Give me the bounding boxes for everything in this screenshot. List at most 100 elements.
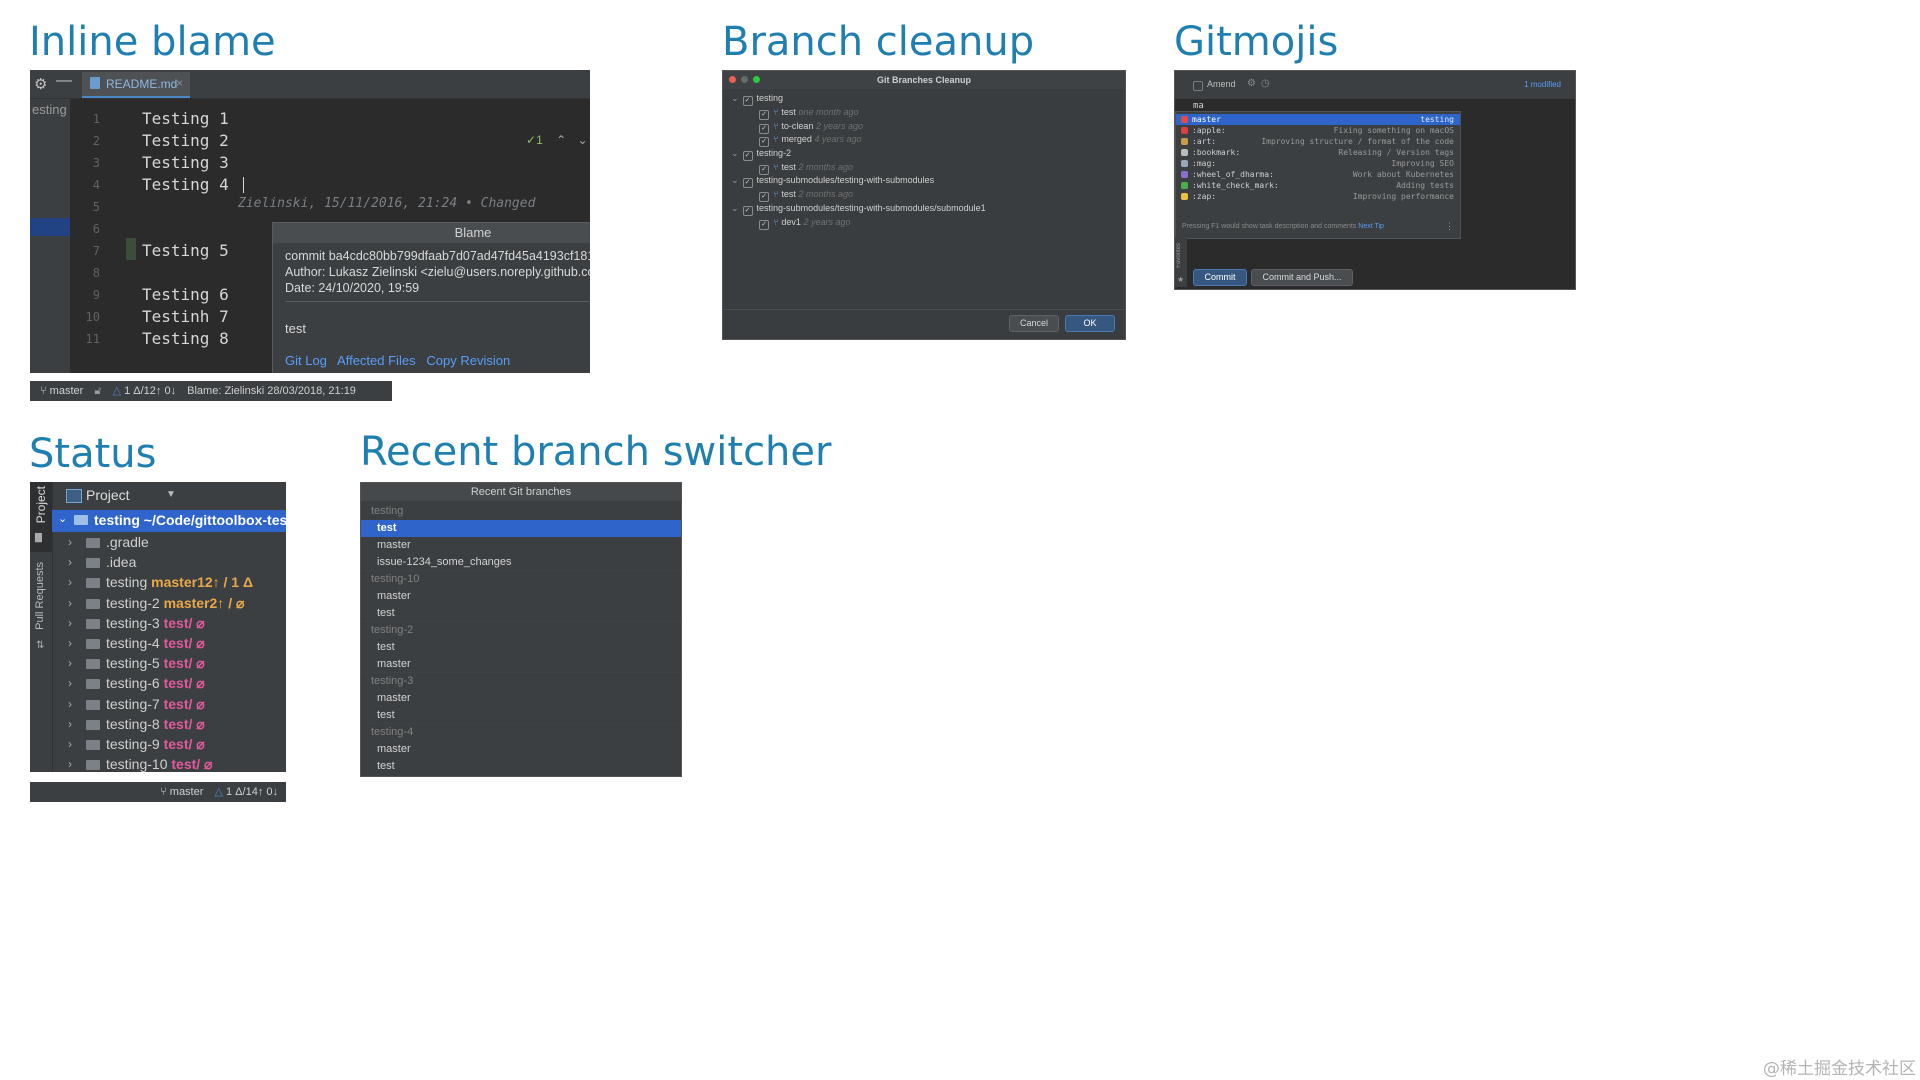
gitmoji-item[interactable]: :bookmark: Releasing / Version tags xyxy=(1176,147,1460,158)
line-text[interactable]: Testing 4 xyxy=(142,174,229,196)
repo-checkbox[interactable]: ✓ xyxy=(742,96,753,106)
gitmoji-item[interactable]: :mag: Improving SEO xyxy=(1176,158,1460,169)
cleanup-branch-row[interactable]: ✓ ⑂ dev1 2 years ago xyxy=(759,215,850,230)
line-text[interactable]: Testing 5 xyxy=(142,240,229,262)
chevron-right-icon[interactable]: › xyxy=(68,532,72,552)
blame-commit-hash[interactable]: commit ba4cdc80bb799dfaab7d07ad47fd45a41… xyxy=(285,248,590,264)
close-icon[interactable]: × xyxy=(176,76,183,90)
gitmoji-item[interactable]: :wheel_of_dharma: Work about Kubernetes xyxy=(1176,169,1460,180)
tree-root-row[interactable]: ⌄ testing ~/Code/gittoolbox-test xyxy=(52,510,286,532)
project-view-selector[interactable]: Project xyxy=(86,487,130,503)
expand-arrow-icon[interactable]: ⌄ xyxy=(58,512,67,525)
cleanup-repo-row[interactable]: ⌄ ✓ testing-2 xyxy=(731,146,791,161)
modified-count[interactable]: 1 modified xyxy=(1524,80,1561,89)
cleanup-branch-row[interactable]: ✓ ⑂ test 2 months ago xyxy=(759,160,853,175)
git-log-link[interactable]: Git Log xyxy=(285,353,327,368)
star-icon[interactable]: ★ xyxy=(1177,275,1184,284)
commit-button[interactable]: Commit xyxy=(1193,269,1247,286)
status-branch[interactable]: master xyxy=(50,385,84,397)
status-blame[interactable]: Blame: Zielinski 28/03/2018, 21:19 xyxy=(187,385,356,397)
dropdown-arrow-icon[interactable]: ▼ xyxy=(166,489,176,500)
repo-checkbox[interactable]: ✓ xyxy=(742,205,753,216)
pull-requests-tab[interactable]: Pull Requests xyxy=(34,562,46,630)
branch-item[interactable]: master xyxy=(361,741,681,758)
minimize-icon[interactable]: — xyxy=(56,72,72,90)
line-text[interactable]: Testing 3 xyxy=(142,152,229,174)
branch-item[interactable]: master xyxy=(361,588,681,605)
cancel-button[interactable]: Cancel xyxy=(1009,315,1059,332)
branch-checkbox[interactable]: ✓ xyxy=(759,219,769,230)
lock-icon[interactable]: 🔓︎ xyxy=(94,385,101,397)
gear-icon[interactable]: ⚙ xyxy=(34,75,47,93)
branch-item[interactable]: master xyxy=(361,537,681,554)
status-branch[interactable]: master xyxy=(170,786,204,798)
clock-icon[interactable]: ◷ xyxy=(1261,78,1270,89)
tab-readme[interactable]: README.md × xyxy=(82,72,190,98)
chevron-right-icon[interactable]: › xyxy=(68,593,72,613)
next-tip-link[interactable]: Next Tip xyxy=(1358,223,1384,230)
tree-row[interactable]: › testing-8 test/ ⌀ xyxy=(52,714,286,734)
gitmoji-item[interactable]: master testing xyxy=(1176,114,1460,125)
branch-item[interactable]: issue-1234_some_changes xyxy=(361,554,681,571)
chevron-up-icon[interactable]: ⌃ xyxy=(556,133,566,147)
chevron-down-icon[interactable]: ⌄ xyxy=(731,175,739,185)
chevron-right-icon[interactable]: › xyxy=(68,552,72,572)
commit-and-push-button[interactable]: Commit and Push... xyxy=(1251,269,1353,286)
status-counts[interactable]: 1 Δ/14↑ 0↓ xyxy=(226,786,278,798)
gitmoji-item[interactable]: :art: Improving structure / format of the… xyxy=(1176,136,1460,147)
chevron-right-icon[interactable]: › xyxy=(68,754,72,772)
line-text[interactable]: Testing 2 xyxy=(142,130,229,152)
tree-row[interactable]: › .idea xyxy=(52,552,286,572)
gitmoji-item[interactable]: :apple: Fixing something on macOS xyxy=(1176,125,1460,136)
cleanup-branch-row[interactable]: ✓ ⑂ test 2 months ago xyxy=(759,187,853,202)
branch-item[interactable]: test xyxy=(361,605,681,622)
branch-item[interactable]: test xyxy=(361,520,681,537)
branch-item[interactable]: master xyxy=(361,656,681,673)
status-counts[interactable]: 1 Δ/12↑ 0↓ xyxy=(124,385,176,397)
tree-row[interactable]: › testing-3 test/ ⌀ xyxy=(52,613,286,633)
chevron-right-icon[interactable]: › xyxy=(68,653,72,673)
tree-row[interactable]: › testing-9 test/ ⌀ xyxy=(52,734,286,754)
branch-item[interactable]: test xyxy=(361,639,681,656)
commit-message-input[interactable]: ma xyxy=(1193,101,1204,111)
line-text[interactable]: Testing 8 xyxy=(142,328,229,350)
inspection-widget[interactable]: ✓1 ⌃ ⌄ xyxy=(526,133,588,147)
cleanup-branch-row[interactable]: ✓ ⑂ to-clean 2 years ago xyxy=(759,119,863,134)
line-text[interactable]: Testing 6 xyxy=(142,284,229,306)
tree-row[interactable]: › testing master12↑ / 1 Δ xyxy=(52,572,286,592)
tree-row[interactable]: › testing-6 test/ ⌀ xyxy=(52,673,286,693)
chevron-right-icon[interactable]: › xyxy=(68,694,72,714)
repo-checkbox[interactable]: ✓ xyxy=(742,178,753,188)
ok-button[interactable]: OK xyxy=(1065,315,1115,332)
line-text[interactable]: Testing 1 xyxy=(142,108,229,130)
tree-row[interactable]: › .gradle xyxy=(52,532,286,552)
chevron-right-icon[interactable]: › xyxy=(68,673,72,693)
chevron-right-icon[interactable]: › xyxy=(68,734,72,754)
copy-revision-link[interactable]: Copy Revision xyxy=(426,353,510,368)
branch-item[interactable]: test xyxy=(361,707,681,724)
gitmoji-item[interactable]: :zap: Improving performance xyxy=(1176,191,1460,202)
chevron-right-icon[interactable]: › xyxy=(68,633,72,653)
chevron-right-icon[interactable]: › xyxy=(68,714,72,734)
chevron-right-icon[interactable]: › xyxy=(68,613,72,633)
tree-row[interactable]: › testing-10 test/ ⌀ xyxy=(52,754,286,772)
tree-row[interactable]: › testing-2 master2↑ / ⌀ xyxy=(52,593,286,613)
chevron-down-icon[interactable]: ⌄ xyxy=(578,133,588,147)
gitmoji-item[interactable]: :white_check_mark: Adding tests xyxy=(1176,180,1460,191)
cleanup-repo-row[interactable]: ⌄ ✓ testing-submodules/testing-with-submod… xyxy=(731,201,986,216)
chevron-down-icon[interactable]: ⌄ xyxy=(731,93,739,103)
cleanup-branch-row[interactable]: ✓ ⑂ merged 4 years ago xyxy=(759,132,861,147)
branch-item[interactable]: master xyxy=(361,690,681,707)
tree-row[interactable]: › testing-4 test/ ⌀ xyxy=(52,633,286,653)
favorites-label[interactable]: Favorites xyxy=(1176,243,1182,268)
chevron-right-icon[interactable]: › xyxy=(68,572,72,592)
affected-files-link[interactable]: Affected Files xyxy=(337,353,416,368)
chevron-down-icon[interactable]: ⌄ xyxy=(731,148,739,158)
gear-icon[interactable]: ⚙ xyxy=(1247,78,1256,89)
cleanup-repo-row[interactable]: ⌄ ✓ testing-submodules/testing-with-submod… xyxy=(731,173,934,188)
amend-checkbox[interactable] xyxy=(1193,81,1203,91)
branch-item[interactable]: test xyxy=(361,758,681,775)
tree-row[interactable]: › testing-5 test/ ⌀ xyxy=(52,653,286,673)
tree-row[interactable]: › testing-7 test/ ⌀ xyxy=(52,694,286,714)
more-icon[interactable]: ⋮ xyxy=(1445,221,1454,232)
